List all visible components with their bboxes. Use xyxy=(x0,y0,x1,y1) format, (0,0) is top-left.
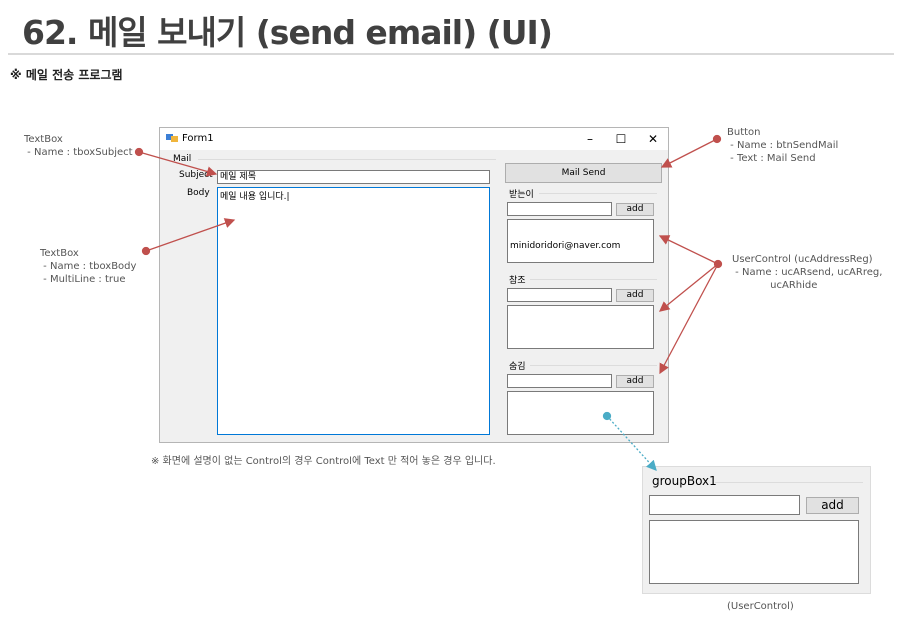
body-input[interactable]: 메일 내용 입니다.| xyxy=(217,187,490,435)
body-arrow-dot xyxy=(141,246,151,256)
annotation-body-textbox: TextBox - Name : tboxBody - MultiLine : … xyxy=(40,248,137,285)
recipient-group-title: 받는이 xyxy=(509,190,534,200)
window-title: Form1 xyxy=(182,133,214,144)
close-button[interactable]: ✕ xyxy=(638,130,668,148)
cc-group-border xyxy=(530,279,657,280)
bcc-add-button[interactable]: add xyxy=(616,375,654,388)
bcc-group-border xyxy=(530,365,657,366)
user-control-group-title: groupBox1 xyxy=(652,474,717,488)
minimize-button[interactable]: – xyxy=(575,130,605,148)
bcc-list[interactable] xyxy=(507,391,654,435)
bcc-group-title: 숨김 xyxy=(509,362,526,372)
form-window: Form1 – ☐ ✕ Mail Subject 메일 제목 Body 메일 내… xyxy=(159,127,669,443)
subject-input[interactable]: 메일 제목 xyxy=(217,170,490,184)
cc-group-title: 참조 xyxy=(509,276,526,286)
usercontrol-arrow-dot xyxy=(713,259,723,269)
mail-group-title: Mail xyxy=(173,154,192,164)
page-subtitle: ※ 메일 전송 프로그램 xyxy=(10,68,123,82)
subject-arrow-dot xyxy=(134,147,144,157)
app-icon xyxy=(166,134,178,142)
button-arrow-dot xyxy=(712,134,722,144)
cc-input[interactable] xyxy=(507,288,612,302)
recipient-list[interactable]: minidoridori@naver.com xyxy=(507,219,654,263)
recipient-list-item[interactable]: minidoridori@naver.com xyxy=(510,241,651,251)
user-control-caption: (UserControl) xyxy=(727,601,794,612)
annotation-send-button: Button - Name : btnSendMail - Text : Mai… xyxy=(727,127,839,164)
window-titlebar[interactable]: Form1 – ☐ ✕ xyxy=(160,128,668,150)
maximize-button[interactable]: ☐ xyxy=(606,130,636,148)
mail-send-button[interactable]: Mail Send xyxy=(505,163,662,183)
subject-label: Subject xyxy=(179,170,213,180)
body-label: Body xyxy=(187,188,210,198)
footnote: ※ 화면에 설명이 없는 Control의 경우 Control에 Text 만… xyxy=(151,456,496,467)
user-control-preview: groupBox1 add xyxy=(642,466,871,594)
user-control-input[interactable] xyxy=(649,495,800,515)
bcc-input[interactable] xyxy=(507,374,612,388)
button-arrow xyxy=(660,138,718,168)
recipient-add-button[interactable]: add xyxy=(616,203,654,216)
user-control-add-button[interactable]: add xyxy=(806,497,859,514)
user-control-list[interactable] xyxy=(649,520,859,584)
cc-add-button[interactable]: add xyxy=(616,289,654,302)
recipient-input[interactable] xyxy=(507,202,612,216)
mail-group-border xyxy=(198,159,496,160)
recipient-group-border xyxy=(539,193,657,194)
title-divider xyxy=(8,53,894,55)
annotation-subject-textbox: TextBox - Name : tboxSubject xyxy=(24,134,133,158)
user-control-group-border xyxy=(715,482,863,483)
cc-list[interactable] xyxy=(507,305,654,349)
annotation-user-control: UserControl (ucAddressReg) - Name : ucAR… xyxy=(732,254,883,291)
page-title: 62. 메일 보내기 (send email) (UI) xyxy=(22,13,553,52)
